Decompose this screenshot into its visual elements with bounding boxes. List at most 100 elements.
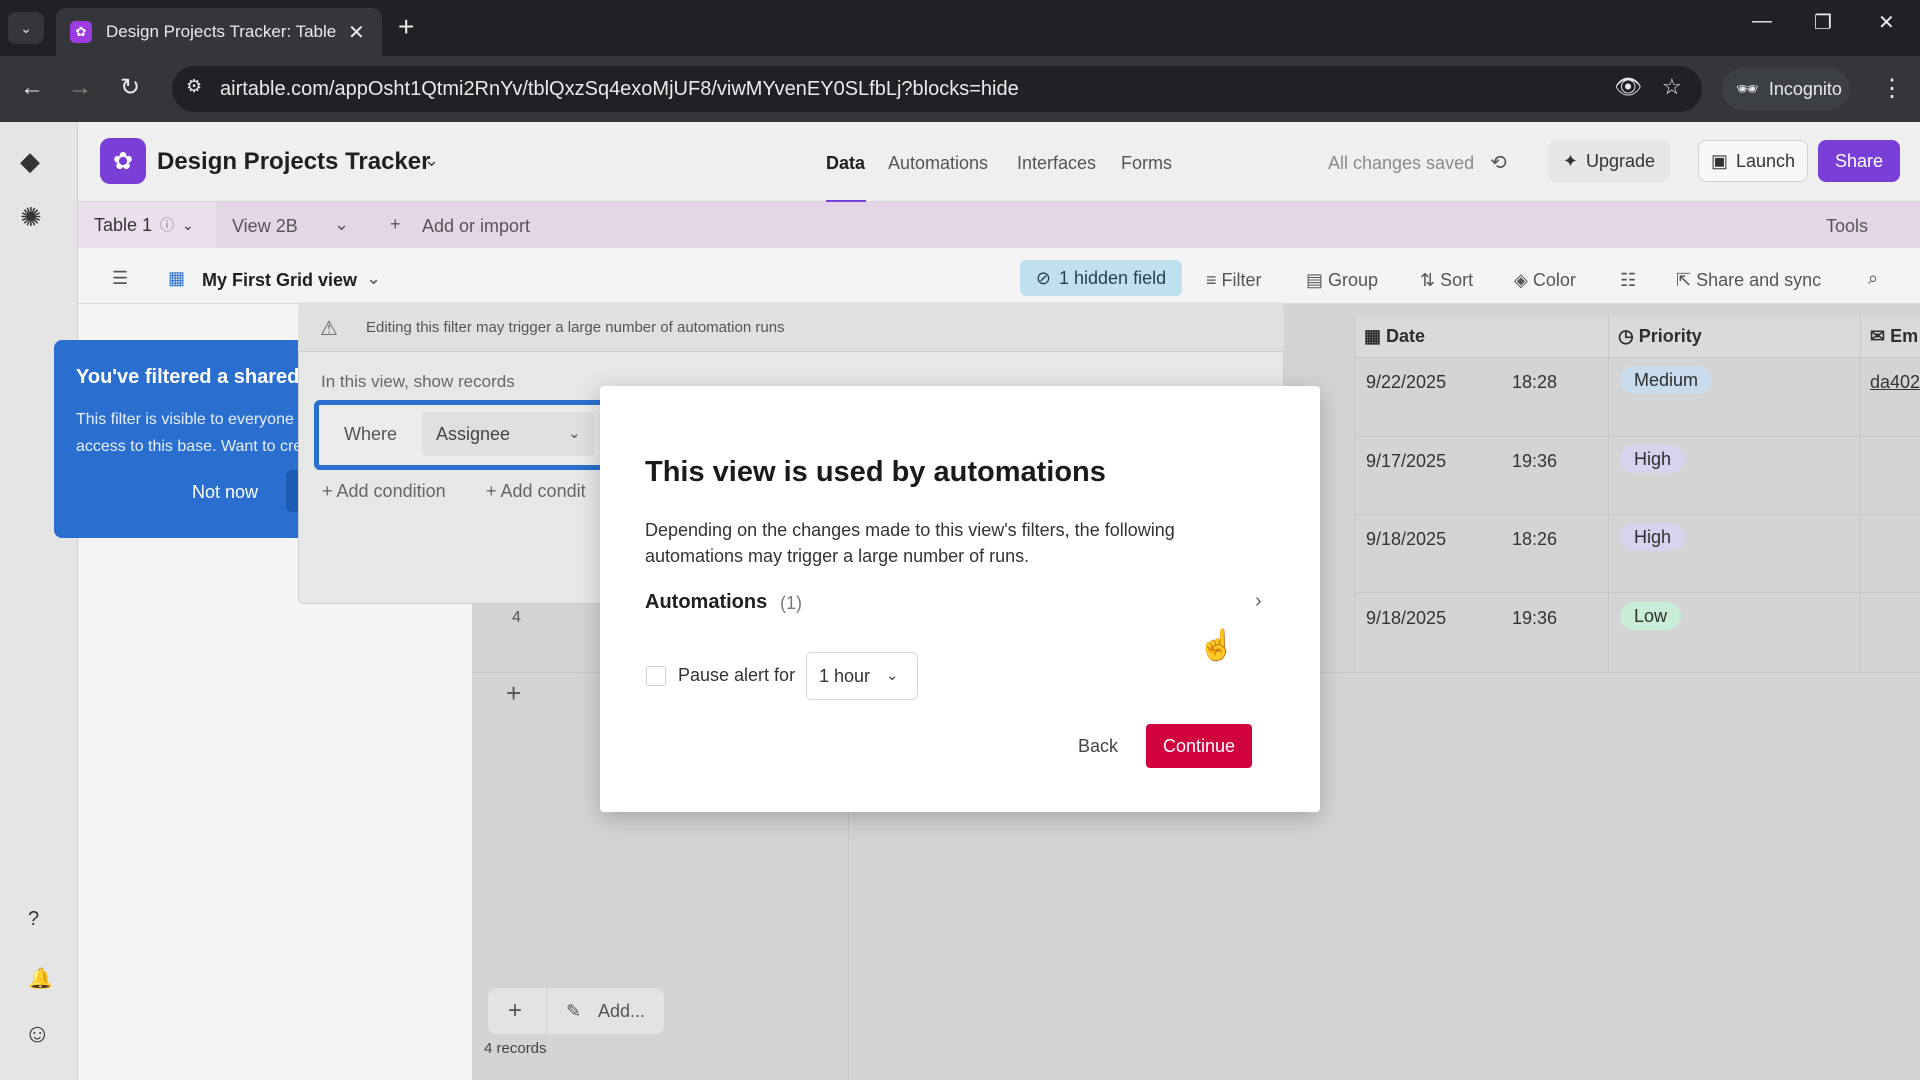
banner-title: You've filtered a shared view	[76, 366, 314, 388]
cell-email[interactable]: da402	[1870, 372, 1920, 393]
not-now-button[interactable]: Not now	[192, 482, 258, 503]
sort-label: Sort	[1440, 270, 1474, 290]
chevron-down-icon[interactable]: ⌄	[424, 150, 439, 171]
priority-badge[interactable]: High	[1620, 445, 1686, 473]
incognito-badge[interactable]: 🕶 Incognito	[1722, 68, 1850, 110]
column-header-date[interactable]: ▦ Date	[1364, 326, 1425, 347]
cell-date[interactable]: 9/22/2025	[1366, 372, 1446, 393]
eye-off-icon[interactable]: 👁	[1614, 74, 1642, 100]
add-row-icon[interactable]: +	[506, 678, 521, 709]
chevron-down-icon[interactable]: ⌄	[182, 217, 194, 234]
cell-date[interactable]: 9/18/2025	[1366, 608, 1446, 629]
priority-badge[interactable]: Medium	[1620, 366, 1713, 394]
chevron-down-icon[interactable]: ⌄	[334, 214, 349, 235]
add-label[interactable]: Add...	[598, 1001, 645, 1022]
chevron-down-icon[interactable]: ⌄	[886, 666, 899, 684]
tools-menu[interactable]: Tools	[1826, 216, 1868, 237]
add-condition-group-button[interactable]: + Add condit	[486, 481, 586, 502]
sort-button[interactable]: ⇅ Sort	[1420, 270, 1473, 291]
add-record-bar[interactable]: + ✎ Add...	[488, 988, 664, 1034]
back-button[interactable]: Back	[1078, 736, 1118, 757]
airtable-favicon-icon: ✿	[70, 21, 92, 43]
bookmark-star-icon[interactable]: ☆	[1662, 74, 1682, 100]
cell-time[interactable]: 19:36	[1512, 608, 1557, 629]
dialog-title: This view is used by automations	[645, 456, 1106, 488]
tab-list-button[interactable]: ⌄	[8, 12, 44, 44]
chevron-down-icon[interactable]: ⌄	[366, 268, 381, 289]
priority-badge[interactable]: High	[1620, 523, 1686, 551]
restore-icon[interactable]: ❐	[1814, 10, 1832, 35]
add-icon[interactable]: +	[508, 997, 522, 1025]
launch-button[interactable]: ▣ Launch	[1698, 140, 1808, 182]
forward-icon[interactable]: →	[68, 74, 92, 102]
cell-time[interactable]: 18:26	[1512, 529, 1557, 550]
share-button[interactable]: Share	[1818, 140, 1900, 182]
close-tab-icon[interactable]: ✕	[348, 20, 365, 45]
column-header-email[interactable]: ✉ Em	[1870, 326, 1918, 347]
loading-spinner-icon: ✺	[20, 202, 42, 232]
share-sync-button[interactable]: ⇱ Share and sync	[1676, 270, 1821, 291]
upgrade-button[interactable]: ✦ Upgrade	[1548, 140, 1670, 182]
column-header-priority[interactable]: ◷ Priority	[1618, 326, 1702, 347]
nav-data[interactable]: Data	[826, 153, 865, 174]
cell-time[interactable]: 18:28	[1512, 372, 1557, 393]
nav-automations[interactable]: Automations	[888, 153, 988, 174]
pause-duration-select[interactable]: 1 hour	[806, 652, 918, 700]
close-window-icon[interactable]: ✕	[1878, 10, 1895, 35]
row-height-icon[interactable]: ☷	[1620, 270, 1636, 291]
add-icon[interactable]: +	[390, 214, 401, 235]
status-icon: ◷	[1618, 326, 1639, 346]
back-icon[interactable]: ←	[20, 74, 44, 102]
filter-button[interactable]: ≡ Filter	[1206, 270, 1262, 291]
hidden-fields-button[interactable]: ⊘ 1 hidden field	[1020, 260, 1182, 296]
view-name[interactable]: My First Grid view	[202, 270, 357, 291]
row-number: 4	[512, 609, 521, 626]
nav-forms[interactable]: Forms	[1121, 153, 1172, 174]
info-icon[interactable]: ⓘ	[160, 215, 174, 235]
browser-menu-icon[interactable]: ⋮	[1880, 74, 1904, 103]
minimize-icon[interactable]: —	[1752, 10, 1772, 33]
group-icon: ▤	[1306, 270, 1329, 290]
site-settings-icon[interactable]: ⚙	[186, 76, 202, 97]
continue-button[interactable]: Continue	[1146, 724, 1252, 768]
cell-time[interactable]: 19:36	[1512, 451, 1557, 472]
rocket-icon: ✦	[1562, 150, 1579, 171]
browser-tab[interactable]: ✿ Design Projects Tracker: Table 1 ✕	[56, 8, 382, 56]
add-or-import-button[interactable]: Add or import	[422, 216, 530, 237]
grid-view-icon: ▦	[168, 268, 186, 288]
chevron-down-icon[interactable]: ⌄	[568, 424, 581, 442]
row-divider	[1354, 514, 1920, 515]
tab-table-1[interactable]: Table 1 ⓘ ⌄	[78, 202, 216, 248]
divider	[546, 988, 547, 1034]
shared-view-filter-banner: You've filtered a shared view This filte…	[54, 340, 314, 538]
pause-alert-checkbox[interactable]	[646, 666, 666, 686]
hamburger-menu-icon[interactable]: ☰	[112, 268, 128, 289]
search-icon[interactable]: ⌕	[1868, 268, 1878, 289]
add-icon: +	[486, 481, 501, 501]
cell-date[interactable]: 9/17/2025	[1366, 451, 1446, 472]
airtable-home-icon[interactable]: ◆	[20, 146, 40, 177]
avatar[interactable]: ☺	[24, 1018, 51, 1049]
table-tabs-bar	[78, 202, 1920, 248]
add-condition-button[interactable]: + Add condition	[322, 481, 446, 502]
automations-section-label[interactable]: Automations	[645, 591, 767, 614]
filter-icon: ≡	[1206, 270, 1222, 290]
cell-date[interactable]: 9/18/2025	[1366, 529, 1446, 550]
url-text[interactable]: airtable.com/appOsht1Qtmi2RnYv/tblQxzSq4…	[220, 78, 1019, 101]
base-title[interactable]: Design Projects Tracker	[157, 148, 430, 176]
color-button[interactable]: ◈ Color	[1514, 270, 1576, 291]
filter-label: In this view, show records	[321, 372, 515, 391]
priority-badge[interactable]: Low	[1620, 602, 1682, 630]
new-tab-icon[interactable]: +	[398, 12, 414, 42]
reload-icon[interactable]: ↻	[120, 74, 140, 102]
chevron-right-icon[interactable]: ›	[1255, 590, 1262, 613]
color-label: Color	[1532, 270, 1576, 290]
base-logo-icon[interactable]: ✿	[100, 138, 146, 184]
group-button[interactable]: ▤ Group	[1306, 270, 1378, 291]
history-icon[interactable]: ⟲	[1490, 150, 1507, 175]
nav-interfaces[interactable]: Interfaces	[1017, 153, 1096, 174]
notifications-bell-icon[interactable]: 🔔	[28, 966, 53, 991]
help-icon[interactable]: ?	[28, 908, 39, 931]
column-label: Date	[1386, 326, 1426, 346]
tab-view-2b[interactable]: View 2B	[232, 216, 298, 237]
